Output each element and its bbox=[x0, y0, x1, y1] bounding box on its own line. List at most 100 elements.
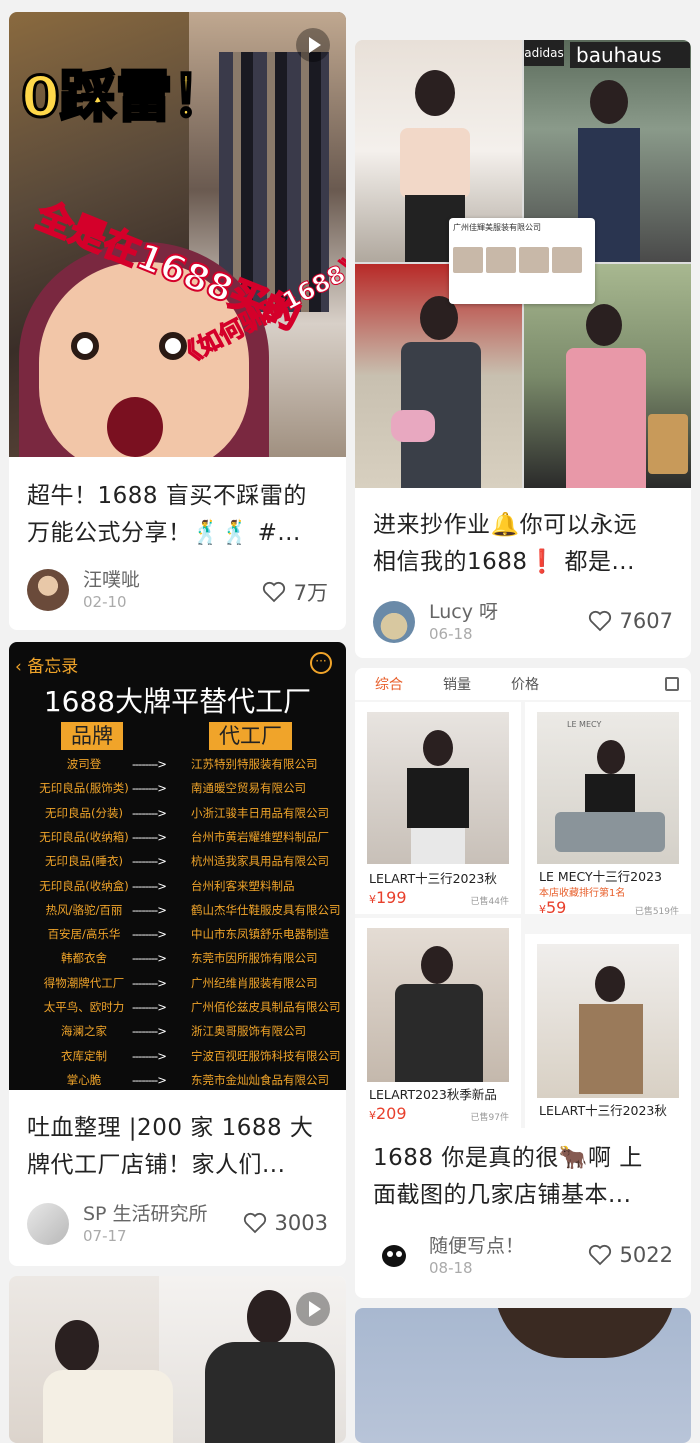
heart-icon bbox=[588, 1244, 611, 1266]
memo-row: 衣库定制 --------> 宁波百视旺服饰科技有限公司 bbox=[9, 1044, 346, 1068]
product-tile: LELART2023秋季新品 ¥209 已售97件 bbox=[355, 918, 521, 1128]
product-tile: LELART十三行2023秋 bbox=[525, 934, 691, 1128]
heart-icon bbox=[588, 610, 611, 632]
note-cover-image[interactable]: adidas bauhaus 广州佳輝美服装有限公司 bbox=[355, 40, 691, 488]
note-title-line-1: 吐血整理 |200 家 1688 大 bbox=[27, 1115, 314, 1141]
sold-count: 已售519件 bbox=[634, 907, 679, 917]
price-value: 199 bbox=[376, 888, 407, 907]
note-cover-image[interactable] bbox=[9, 1276, 346, 1443]
price-value: 209 bbox=[376, 1104, 407, 1123]
like-count: 7607 bbox=[619, 609, 673, 633]
arrow-icon: --------> bbox=[132, 854, 167, 869]
avatar[interactable] bbox=[373, 1235, 415, 1277]
note-title[interactable]: 吐血整理 |200 家 1688 大 牌代工厂店铺！家人们... bbox=[27, 1110, 332, 1184]
author-info[interactable]: Lucy 呀 06-18 bbox=[373, 600, 498, 644]
factory-name: 中山市东凤镇舒乐电器制造 bbox=[191, 927, 329, 942]
avatar[interactable] bbox=[27, 569, 69, 611]
note-title-line-1: 进来抄作业🔔你可以永远 bbox=[373, 512, 638, 538]
note-card-3[interactable]: ‹ 备忘录 ··· 1688大牌平替代工厂 品牌 代工厂 波司登 --------… bbox=[9, 642, 346, 1266]
author-name: 汪噗呲 bbox=[83, 569, 141, 591]
factory-name: 东莞市因所服饰有限公司 bbox=[191, 951, 318, 966]
note-cover-image[interactable]: ‹ 备忘录 ··· 1688大牌平替代工厂 品牌 代工厂 波司登 --------… bbox=[9, 642, 346, 1090]
arrow-icon: --------> bbox=[132, 805, 167, 820]
arrow-icon: --------> bbox=[132, 757, 167, 771]
memo-row: 海澜之家 --------> 浙江奥哥服饰有限公司 bbox=[9, 1019, 346, 1043]
factory-name: 广州纪维肖服装有限公司 bbox=[191, 975, 318, 990]
factory-name: 东莞市金灿灿食品有限公司 bbox=[191, 1072, 329, 1087]
note-card-6[interactable] bbox=[355, 1308, 691, 1443]
product-price: ¥59 bbox=[539, 898, 566, 917]
factory-name: 江苏特别特服装有限公司 bbox=[191, 757, 318, 771]
sold-count: 已售97件 bbox=[470, 1113, 509, 1123]
note-card-1[interactable]: 0踩雷！ 全是在1688买的 《如何驯服1688》 超牛！1688 盲买不踩雷的… bbox=[9, 12, 346, 630]
factory-name: 台州市黄岩耀维塑料制品厂 bbox=[191, 829, 329, 844]
memo-row: 无印良品(分装) --------> 小浙江骏丰日用品有限公司 bbox=[9, 801, 346, 825]
like-count: 7万 bbox=[293, 581, 328, 605]
like-count: 5022 bbox=[619, 1243, 673, 1267]
arrow-icon: --------> bbox=[132, 902, 167, 917]
note-title-line-2: 面截图的几家店铺基本... bbox=[373, 1182, 632, 1208]
avatar[interactable] bbox=[27, 1203, 69, 1245]
brand-mark: LE MECY bbox=[567, 720, 602, 729]
like-button[interactable]: 3003 bbox=[243, 1211, 328, 1235]
memo-title: 1688大牌平替代工厂 bbox=[43, 685, 312, 718]
post-date: 07-17 bbox=[83, 1227, 127, 1245]
author-name: Lucy 呀 bbox=[429, 601, 499, 623]
shop-listing-screenshot: 综合 销量 价格 LELART十三行2023秋 ¥199 已售44件 LE ME… bbox=[355, 668, 691, 1128]
note-title-line-2: 相信我的1688❗ 都是... bbox=[373, 549, 635, 575]
note-card-4[interactable]: 综合 销量 价格 LELART十三行2023秋 ¥199 已售44件 LE ME… bbox=[355, 668, 691, 1298]
store-sign: adidas bbox=[524, 40, 564, 66]
note-title[interactable]: 进来抄作业🔔你可以永远 相信我的1688❗ 都是... bbox=[373, 507, 677, 581]
memo-row: 热风/骆驼/百丽 --------> 鹤山杰华仕鞋服皮具有限公司 bbox=[9, 898, 346, 922]
author-info[interactable]: 汪噗呲 02-10 bbox=[27, 568, 140, 612]
arrow-icon: --------> bbox=[132, 1072, 167, 1087]
product-name: LELART2023秋季新品 bbox=[369, 1087, 497, 1102]
note-cover-image[interactable]: 0踩雷！ 全是在1688买的 《如何驯服1688》 bbox=[9, 12, 346, 457]
note-title-line-1: 1688 你是真的很🐂啊 上 bbox=[373, 1145, 643, 1171]
note-title-line-1: 超牛！1688 盲买不踩雷的 bbox=[27, 483, 307, 509]
heart-icon bbox=[243, 1212, 266, 1234]
arrow-icon: --------> bbox=[132, 1024, 167, 1039]
note-card-2[interactable]: adidas bauhaus 广州佳輝美服装有限公司 进来抄作业🔔你可以永远 相… bbox=[355, 40, 691, 658]
price-value: 59 bbox=[546, 898, 567, 917]
memo-back-label: 备忘录 bbox=[27, 657, 79, 677]
author-info[interactable]: 随便写点！ 08-18 bbox=[373, 1234, 524, 1278]
column-header-brand: 品牌 bbox=[61, 722, 123, 750]
factory-name: 浙江奥哥服饰有限公司 bbox=[191, 1024, 306, 1039]
like-button[interactable]: 5022 bbox=[588, 1243, 673, 1267]
memo-row: 无印良品(收纳盒) --------> 台州利客来塑料制品 bbox=[9, 874, 346, 898]
note-card-5[interactable] bbox=[9, 1276, 346, 1443]
note-title[interactable]: 超牛！1688 盲买不踩雷的 万能公式分享！🕺🕺 #... bbox=[27, 478, 332, 552]
like-count: 3003 bbox=[274, 1211, 328, 1235]
author-name: 随便写点！ bbox=[429, 1235, 525, 1257]
product-name: LELART十三行2023秋 bbox=[369, 871, 497, 886]
memo-row: 无印良品(服饰类) --------> 南通暖空贸易有限公司 bbox=[9, 776, 346, 800]
memo-row: 无印良品(睡衣) --------> 杭州适我家具用品有限公司 bbox=[9, 849, 346, 873]
arrow-icon: --------> bbox=[132, 1000, 167, 1014]
note-cover-image[interactable]: 综合 销量 价格 LELART十三行2023秋 ¥199 已售44件 LE ME… bbox=[355, 668, 691, 1128]
tab-comprehensive: 综合 bbox=[375, 677, 403, 693]
like-button[interactable]: 7607 bbox=[588, 609, 673, 633]
product-name: LE MECY十三行2023 bbox=[539, 869, 662, 884]
note-cover-image[interactable] bbox=[355, 1308, 691, 1443]
author-info[interactable]: SP 生活研究所 07-17 bbox=[27, 1202, 208, 1246]
product-price: ¥199 bbox=[369, 888, 407, 907]
note-title-line-2: 牌代工厂店铺！家人们... bbox=[27, 1152, 286, 1178]
avatar[interactable] bbox=[373, 601, 415, 643]
product-price: ¥209 bbox=[369, 1104, 407, 1123]
like-button[interactable]: 7万 bbox=[262, 577, 328, 607]
price-symbol: ¥ bbox=[369, 893, 376, 906]
shop-info-card: 广州佳輝美服装有限公司 bbox=[449, 218, 595, 304]
arrow-icon: --------> bbox=[132, 927, 167, 942]
memo-row: 得物潮牌代工厂 --------> 广州纪维肖服装有限公司 bbox=[9, 971, 346, 995]
video-play-icon bbox=[296, 1292, 330, 1326]
factory-name: 小浙江骏丰日用品有限公司 bbox=[191, 805, 329, 820]
note-title[interactable]: 1688 你是真的很🐂啊 上 面截图的几家店铺基本... bbox=[373, 1140, 677, 1214]
more-icon: ··· bbox=[310, 652, 332, 674]
tab-sales: 销量 bbox=[443, 677, 471, 693]
heart-icon bbox=[262, 581, 285, 603]
note-title-line-2: 万能公式分享！🕺🕺 #... bbox=[27, 520, 301, 546]
video-play-icon bbox=[296, 28, 330, 62]
sort-tabs: 综合 销量 价格 bbox=[355, 668, 691, 700]
arrow-icon: --------> bbox=[132, 951, 167, 966]
